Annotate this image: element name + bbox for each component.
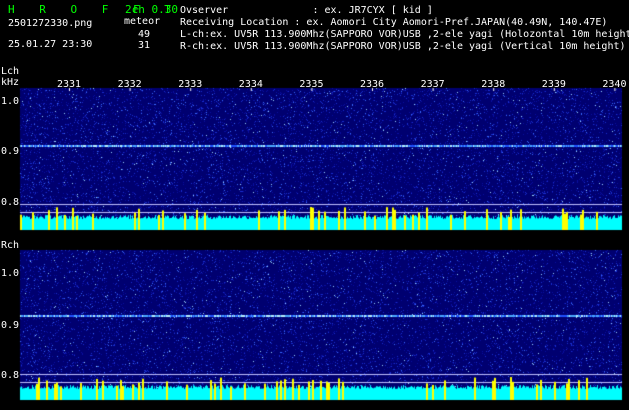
datetime-label: 25.01.27 23:30 xyxy=(8,39,93,50)
filename-label: 2501272330.png xyxy=(8,18,93,29)
time-tick-label: 2339 xyxy=(541,79,566,90)
time-tick-label: 2336 xyxy=(360,79,385,90)
observer-info: Ovserver : ex. JR7CYX [ kid ] xyxy=(180,5,433,16)
spectrogram-canvas xyxy=(0,0,629,410)
lch-ytick-2: 0.9 xyxy=(1,146,20,157)
time-tick-label: 2331 xyxy=(57,79,82,90)
lch-info: L-ch:ex. UV5R 113.900Mhz(SAPPORO VOR)USB… xyxy=(180,29,629,40)
meteor-label: meteor xyxy=(124,16,161,27)
mode-label: 2ch 0.30 xyxy=(125,3,178,16)
lch-ytick-3: 0.8 xyxy=(1,197,20,208)
lch-label: Lch xyxy=(1,66,20,77)
meteor-count-lch: 49 xyxy=(138,29,151,40)
rch-info: R-ch:ex. UV5R 113.900Mhz(SAPPORO VOR)USB… xyxy=(180,41,626,52)
meteor-count-rch: 31 xyxy=(138,40,151,51)
time-tick-label: 2332 xyxy=(117,79,142,90)
location-info: Receiving Location : ex. Aomori City Aom… xyxy=(180,17,608,28)
time-tick-label: 2335 xyxy=(299,79,324,90)
time-tick-label: 2334 xyxy=(238,79,263,90)
time-tick-label: 2337 xyxy=(420,79,445,90)
rch-label: Rch xyxy=(1,240,20,251)
rch-ytick-2: 0.9 xyxy=(1,320,20,331)
time-tick-label: 2338 xyxy=(481,79,506,90)
khz-label: kHz xyxy=(1,77,20,88)
time-tick-label: 2340 xyxy=(602,79,627,90)
rch-ytick-3: 0.8 xyxy=(1,370,20,381)
rch-ytick-1: 1.0 xyxy=(1,268,20,279)
time-tick-label: 2333 xyxy=(178,79,203,90)
lch-ytick-1: 1.0 xyxy=(1,96,20,107)
